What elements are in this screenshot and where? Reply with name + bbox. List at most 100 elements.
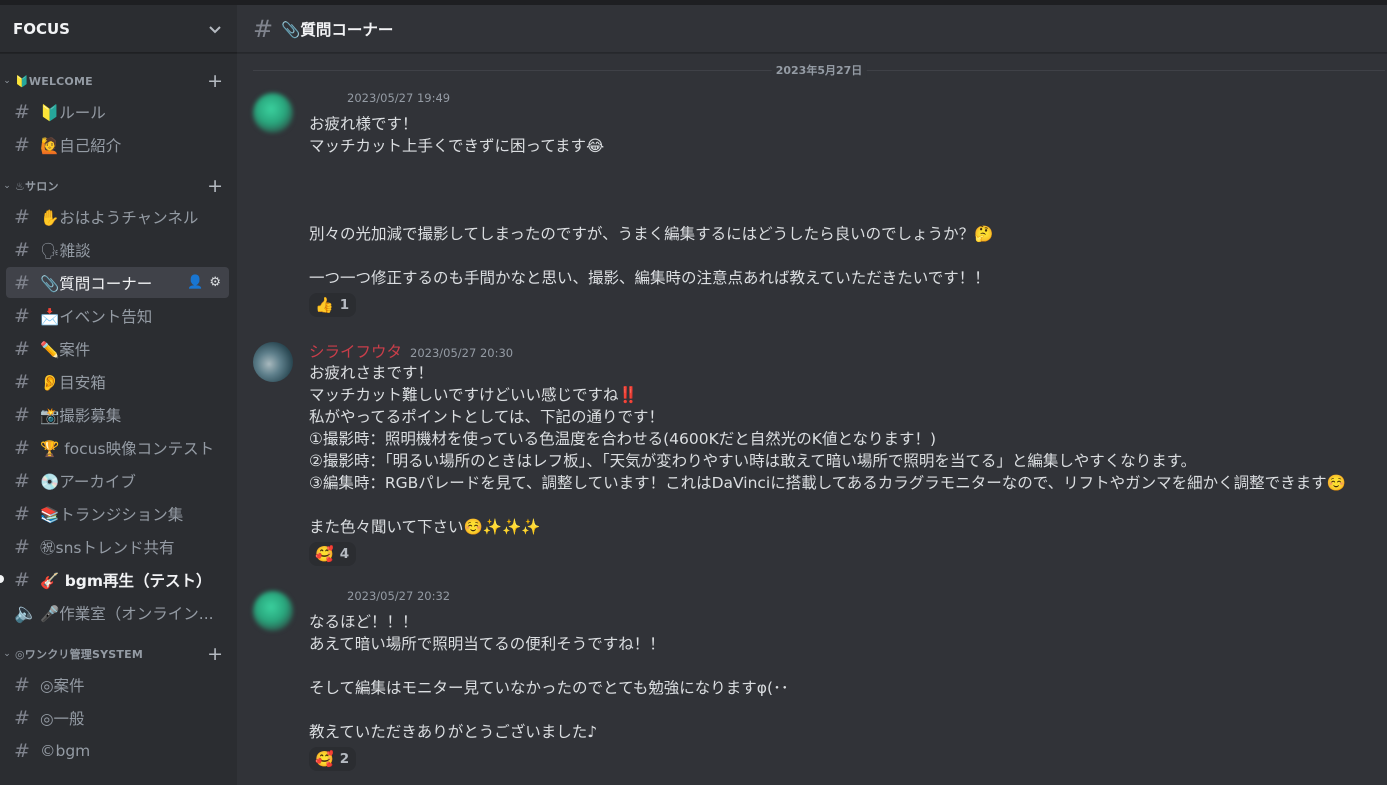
channel-label: 🎤作業室（オンライン...: [40, 604, 214, 623]
timestamp: 2023/05/27 20:32: [347, 589, 451, 603]
channel-label: 📚トランジション集: [40, 505, 184, 524]
reaction-emoji: 🥰: [315, 750, 334, 768]
message-line: [309, 655, 1387, 677]
channel-label: ©bgm: [40, 741, 91, 760]
hash-icon: #: [14, 568, 30, 591]
hash-icon: #: [14, 133, 30, 156]
gear-icon[interactable]: ⚙: [209, 275, 221, 290]
message-line: 私がやってるポイントとしては、下記の通りです！: [309, 408, 664, 426]
invite-user-icon[interactable]: 👤: [187, 275, 203, 290]
hash-icon: #: [14, 469, 30, 492]
channel-rules[interactable]: # 🔰ルール: [6, 96, 229, 127]
hash-icon: #: [14, 337, 30, 360]
message-line: また色々聞いて下さい☺️✨✨✨: [309, 518, 541, 536]
channel-contest[interactable]: # 🏆 focus映像コンテスト: [6, 432, 229, 463]
add-channel-icon[interactable]: +: [207, 71, 223, 91]
channel-suggestion-box[interactable]: # 👂目安箱: [6, 366, 229, 397]
channel-self-intro[interactable]: # 🙋自己紹介: [6, 129, 229, 160]
speaker-icon: 🔈: [14, 602, 38, 624]
category-system[interactable]: ⌄ ◎ワンクリ管理SYSTEM +: [0, 641, 237, 667]
reaction-count: 2: [339, 751, 350, 767]
reaction-emoji: 🥰: [315, 545, 334, 563]
hash-icon: #: [14, 271, 30, 294]
channel-transitions[interactable]: # 📚トランジション集: [6, 498, 229, 529]
message-line: 別々の光加減で撮影してしまったのですが、うまく編集するにはどうしたら良いのでしょ…: [309, 225, 994, 243]
message-line: お疲れ様です！: [309, 115, 418, 133]
channel-label: ✋おはようチャンネル: [40, 208, 199, 227]
avatar[interactable]: [253, 342, 293, 382]
hash-icon: #: [14, 238, 30, 261]
channel-label: 🗣雑談: [40, 241, 91, 260]
message-line: [309, 157, 1387, 179]
category-welcome[interactable]: ⌄ 🔰WELCOME +: [0, 68, 237, 94]
channel-bgm-test[interactable]: # 🎸 bgm再生（テスト）: [0, 564, 229, 595]
message: シライフウタ 2023/05/27 20:30 お疲れさまです！ マッチカット難…: [253, 340, 1387, 566]
channel-label: 🔰ルール: [40, 103, 106, 122]
channel-good-morning[interactable]: # ✋おはようチャンネル: [6, 201, 229, 232]
hash-icon: #: [14, 502, 30, 525]
hash-icon: #: [14, 403, 30, 426]
channel-events[interactable]: # 📩イベント告知: [6, 300, 229, 331]
add-channel-icon[interactable]: +: [207, 176, 223, 196]
caret-down-icon: ⌄: [3, 181, 11, 191]
category-label: ♨サロン: [15, 180, 59, 193]
chat-area: # 📎質問コーナー 2023年5月27日 2023/05/27 19:49 お疲…: [237, 5, 1387, 785]
hash-icon: #: [14, 370, 30, 393]
channel-questions[interactable]: # 📎質問コーナー 👤 ⚙: [6, 267, 229, 298]
channel-label: 🎸 bgm再生（テスト）: [40, 571, 212, 590]
server-name: FOCUS: [13, 19, 70, 38]
caret-down-icon: ⌄: [3, 649, 11, 659]
channel-system-general[interactable]: # ◎一般: [6, 702, 229, 733]
server-header[interactable]: FOCUS: [0, 5, 237, 53]
message-line: なるほど！！！: [309, 613, 418, 631]
reaction-thumbs-up[interactable]: 👍 1: [309, 293, 357, 317]
channel-projects[interactable]: # ✏️案件: [6, 333, 229, 364]
reaction-count: 1: [339, 297, 350, 313]
message-line: [309, 699, 1387, 721]
channel-label: ✏️案件: [40, 340, 91, 359]
channel-label: 🙋自己紹介: [40, 136, 122, 155]
date-divider-label: 2023年5月27日: [771, 62, 867, 78]
category-label: ◎ワンクリ管理SYSTEM: [15, 648, 143, 661]
message: 2023/05/27 19:49 お疲れ様です！ マッチカット上手くできずに困っ…: [253, 91, 1387, 317]
channel-system-bgm[interactable]: # ©bgm: [6, 735, 229, 766]
hash-icon: #: [14, 673, 30, 696]
channel-chat[interactable]: # 🗣雑談: [6, 234, 229, 265]
avatar[interactable]: [253, 93, 293, 133]
hash-icon: #: [14, 205, 30, 228]
hash-icon: #: [14, 739, 30, 762]
category-salon[interactable]: ⌄ ♨サロン +: [0, 173, 237, 199]
message-line: そして編集はモニター見ていなかったのでとても勉強になりますφ(･･: [309, 679, 789, 697]
channel-system-projects[interactable]: # ◎案件: [6, 669, 229, 700]
channel-sns-trends[interactable]: # ㊗snsトレンド共有: [6, 531, 229, 562]
hash-icon: #: [14, 535, 30, 558]
message-line: あえて暗い場所で照明当てるの便利そうですね！！: [309, 635, 665, 653]
chevron-down-icon: [209, 25, 221, 33]
message-line: 教えていただきありがとうございました♪: [309, 723, 598, 741]
reaction-emoji: 👍: [315, 296, 334, 314]
channel-shoot-recruit[interactable]: # 📸撮影募集: [6, 399, 229, 430]
channel-label: ㊗snsトレンド共有: [40, 538, 175, 557]
add-channel-icon[interactable]: +: [207, 644, 223, 664]
reaction-smiling-hearts[interactable]: 🥰 2: [309, 747, 357, 771]
channel-archive[interactable]: # 💿アーカイブ: [6, 465, 229, 496]
hash-icon: #: [14, 706, 30, 729]
channel-label: 📎質問コーナー: [40, 274, 153, 293]
avatar[interactable]: [253, 591, 293, 631]
message-line: ②撮影時：「明るい場所のときはレフ板」、「天気が変わりやすい時は敢えて暗い場所で…: [309, 452, 1197, 470]
channel-sidebar: FOCUS ⌄ 🔰WELCOME + # 🔰ルール # 🙋自己紹介 ⌄ ♨サロン…: [0, 5, 237, 785]
reaction-smiling-hearts[interactable]: 🥰 4: [309, 542, 357, 566]
channel-label: 👂目安箱: [40, 373, 106, 392]
voice-channel-workroom[interactable]: 🔈 🎤作業室（オンライン...: [6, 597, 229, 628]
message-line: お疲れさまです！: [309, 364, 434, 382]
channel-label: ◎案件: [40, 676, 85, 695]
channel-title: 📎質問コーナー: [281, 20, 394, 39]
message-line: ①撮影時：照明機材を使っている色温度を合わせる(4600Kだと自然光のK値となり…: [309, 430, 937, 448]
username[interactable]: シライフウタ: [309, 340, 402, 362]
hash-icon: #: [14, 100, 30, 123]
message-line: [309, 494, 1387, 516]
message-line: 一つ一つ修正するのも手間かなと思い、撮影、編集時の注意点あれば教えていただきたい…: [309, 269, 990, 287]
reaction-count: 4: [339, 546, 350, 562]
channel-label: 📸撮影募集: [40, 406, 122, 425]
message-link[interactable]: [309, 179, 1387, 201]
